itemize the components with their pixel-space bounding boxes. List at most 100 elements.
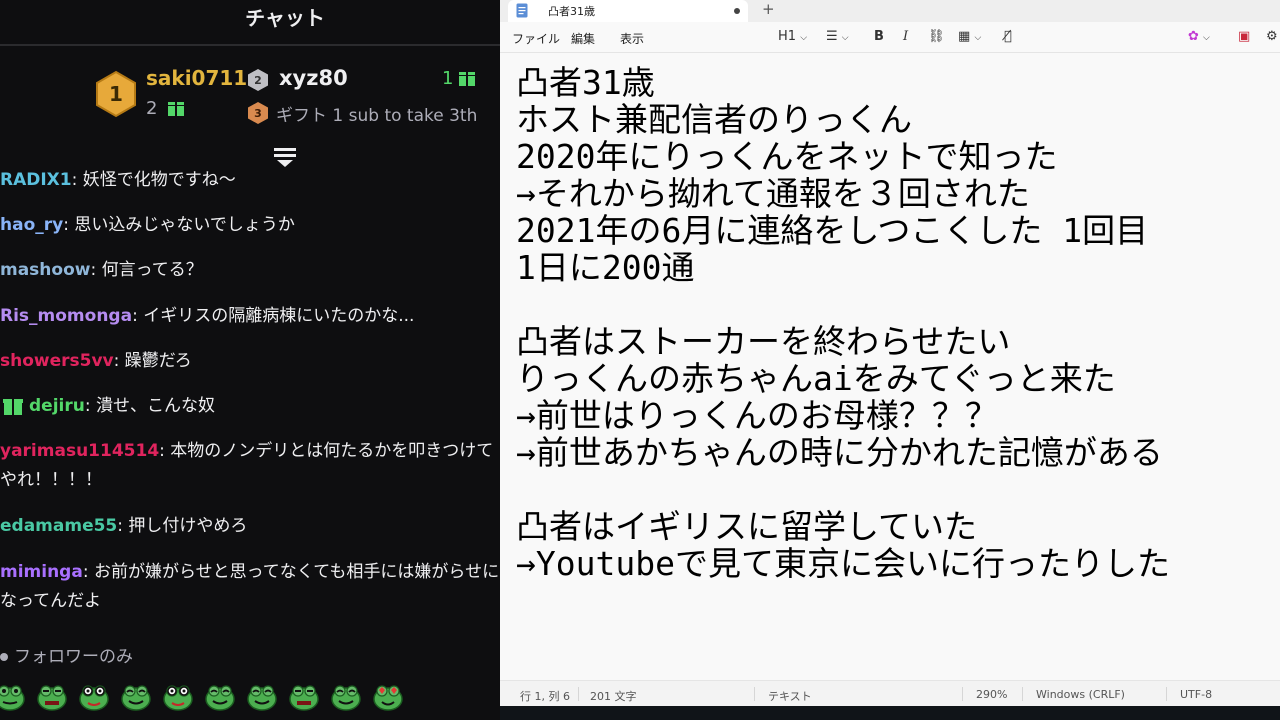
text-editor[interactable]: 凸者31歳 ホスト兼配信者のりっくん 2020年にりっくんをネットで知った →それから… (516, 64, 1276, 582)
frog-glasses-emote[interactable] (162, 680, 194, 712)
status-divider (1166, 687, 1167, 701)
chat-message: mashoow: 何言ってる？ (0, 256, 500, 285)
chevron-down-icon: ⌵ (800, 33, 808, 43)
followers-only-notice: フォロワーのみ (0, 642, 133, 667)
chat-separator: : (132, 306, 144, 326)
link-icon[interactable]: ⛓ (928, 29, 945, 44)
chat-username[interactable]: yarimasu114514 (0, 441, 159, 461)
copilot-dropdown[interactable]: ✿ ⌵ (1188, 29, 1210, 44)
leaderboard-gift-prompt[interactable]: ギフト 1 sub to take 3th (276, 101, 477, 126)
document-line: 凸者はイギリスに留学していた (516, 507, 978, 546)
chat-username[interactable]: showers5vv (0, 351, 114, 371)
status-divider (1022, 687, 1023, 701)
frog-angry-emote[interactable] (36, 680, 68, 712)
chevron-down-icon: ⌵ (974, 33, 982, 43)
bronze-medal-icon: 3 (248, 102, 268, 124)
cursor-position: 行 1, 列 6 (520, 690, 570, 703)
document-line: →それから拗れて通報を３回された (516, 174, 1030, 213)
chat-message-text: イギリスの隔離病棟にいたのかな... (143, 306, 415, 326)
heading-dropdown[interactable]: H1 ⌵ (778, 29, 807, 44)
frog-angry-emote[interactable] (288, 680, 320, 712)
chat-separator: : (82, 562, 94, 582)
chat-message-text: 思い込みじゃないでしょうか (74, 215, 295, 235)
bold-button[interactable]: B (874, 29, 884, 44)
frog-love-emote[interactable] (372, 680, 404, 712)
bullet-list-icon: ☰ (826, 29, 838, 44)
chat-message-text: 潰せ、こんな奴 (95, 396, 215, 416)
chat-separator: : (84, 396, 96, 416)
zoom-level[interactable]: 290% (976, 688, 1007, 701)
gift-sub-badge-icon (3, 399, 23, 415)
chat-username[interactable]: Ris_momonga (0, 306, 132, 326)
encoding[interactable]: UTF-8 (1180, 688, 1212, 701)
list-dropdown[interactable]: ☰ ⌵ (826, 29, 849, 44)
account-icon[interactable]: ▣ (1238, 29, 1250, 44)
chat-username[interactable]: mashoow (0, 260, 90, 280)
taskbar-strip (500, 706, 1280, 720)
copilot-icon: ✿ (1188, 29, 1199, 44)
status-divider (754, 687, 755, 701)
status-divider (962, 687, 963, 701)
collapse-leaderboard-icon[interactable] (272, 146, 298, 168)
chat-message: edamame55: 押し付けやめろ (0, 512, 500, 541)
chat-header: チャット (0, 0, 500, 46)
menu-edit[interactable]: 編集 (571, 30, 595, 47)
frog-glasses-emote[interactable] (78, 680, 110, 712)
document-tab[interactable]: 凸者31歳 (508, 0, 748, 22)
notepad-window: 凸者31歳 + ファイル 編集 表示 H1 ⌵ ☰ ⌵ B I ⛓ ▦ ⌵ Ａ̸… (500, 0, 1280, 707)
document-line: ホスト兼配信者のりっくん (516, 100, 912, 139)
chat-message-text: 押し付けやめろ (128, 516, 248, 536)
chat-username[interactable]: dejiru (29, 396, 85, 416)
chat-separator: : (113, 351, 125, 371)
rank-2-text: 2 (254, 74, 262, 87)
status-divider (578, 687, 579, 701)
chevron-down-icon: ⌵ (1203, 33, 1210, 43)
rank-3-text: 3 (254, 107, 262, 120)
menu-view[interactable]: 表示 (620, 30, 644, 47)
chat-message: hao_ry: 思い込みじゃないでしょうか (0, 211, 500, 240)
new-tab-button[interactable]: + (762, 0, 775, 18)
followers-only-label: フォロワーのみ (14, 647, 133, 667)
status-bar: 行 1, 列 6 201 文字 テキスト 290% Windows (CRLF)… (500, 680, 1280, 707)
title-bar: 凸者31歳 + (500, 0, 1280, 22)
menu-file[interactable]: ファイル (512, 30, 560, 47)
gear-icon[interactable]: ⚙ (1266, 29, 1278, 44)
chat-message: yarimasu114514: 本物のノンデリとは何たるかを叩きつけてやれ！！！… (0, 437, 500, 495)
frog-smile-emote[interactable] (204, 680, 236, 712)
silver-medal-icon: 2 (248, 69, 268, 91)
gift-icon (168, 102, 184, 116)
chat-separator: : (63, 215, 75, 235)
leaderboard-user-2[interactable]: xyz80 (279, 66, 348, 90)
chat-message: showers5vv: 躁鬱だろ (0, 347, 500, 376)
gift-icon (459, 72, 475, 86)
clear-formatting-icon[interactable]: Ａ̸ (1004, 29, 1012, 44)
chat-username[interactable]: edamame55 (0, 516, 117, 536)
unsaved-dot-icon[interactable] (734, 8, 740, 14)
character-count: 201 文字 (590, 690, 637, 703)
frog-smile-emote[interactable] (330, 680, 362, 712)
chat-message-text: 躁鬱だろ (124, 351, 192, 371)
info-dot-icon (0, 653, 8, 661)
chat-username[interactable]: hao_ry (0, 215, 63, 235)
chat-panel: チャット 1 saki0711 2 2 xyz80 1 3 ギフト 1 sub … (0, 0, 500, 720)
leaderboard-user-1[interactable]: saki0711 (146, 66, 247, 90)
text-mode[interactable]: テキスト (768, 688, 812, 704)
document-line: →前世あかちゃんの時に分かれた記憶がある (516, 433, 1163, 472)
document-line: 2021年の6月に連絡をしつこくした 1回目 (516, 211, 1149, 250)
document-line: →Youtubeで見て東京に会いに行ったりした (516, 544, 1170, 583)
chat-username[interactable]: mimingа (0, 562, 83, 582)
chevron-down-icon: ⌵ (841, 33, 849, 43)
document-line: 凸者はストーカーを終わらせたい (516, 322, 1011, 361)
italic-button[interactable]: I (903, 29, 908, 44)
chat-separator: : (71, 170, 83, 190)
frog-emote[interactable] (0, 680, 26, 712)
leaderboard-count-1: 2 (146, 98, 158, 119)
line-ending[interactable]: Windows (CRLF) (1036, 688, 1125, 701)
chat-username[interactable]: RADIX1 (0, 170, 72, 190)
frog-smile-emote[interactable] (120, 680, 152, 712)
emote-bar (0, 676, 500, 716)
frog-smile-emote[interactable] (246, 680, 278, 712)
table-dropdown[interactable]: ▦ ⌵ (958, 29, 981, 44)
